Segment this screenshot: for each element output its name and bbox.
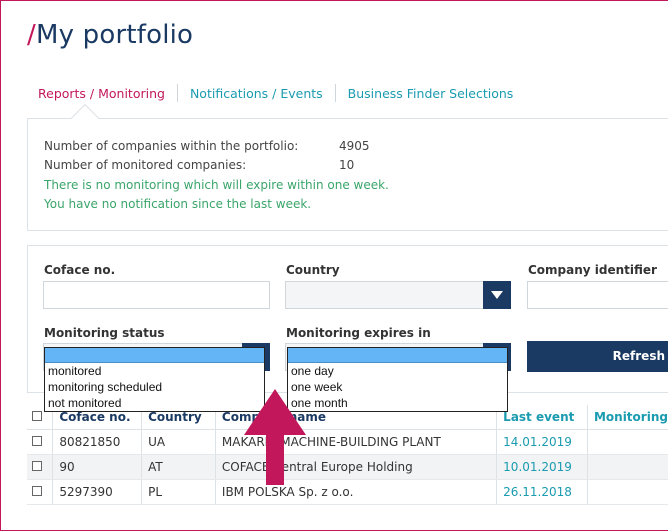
companies-count-value: 4905 bbox=[339, 139, 370, 153]
checkbox-icon[interactable] bbox=[32, 435, 42, 446]
coface-no-label: Coface no. bbox=[44, 263, 116, 277]
cell-last-event[interactable]: 26.11.2018 bbox=[496, 479, 588, 505]
col-monitoring[interactable]: Monitoring bbox=[586, 405, 668, 430]
dropdown-arrow-icon bbox=[483, 281, 511, 309]
title-slash: / bbox=[27, 20, 36, 50]
coface-no-input[interactable] bbox=[43, 281, 270, 309]
dropdown-highlight[interactable] bbox=[45, 348, 264, 363]
tab-bar: Reports / Monitoring Notifications / Eve… bbox=[38, 84, 513, 102]
monitored-count-label: Number of monitored companies: bbox=[44, 158, 247, 172]
cell-monitoring bbox=[586, 429, 668, 455]
cell-coface-no: 80821850 bbox=[52, 429, 142, 455]
monitoring-status-label: Monitoring status bbox=[44, 326, 165, 340]
cell-monitoring bbox=[586, 454, 668, 480]
table-row[interactable]: 90 AT COFACE Central Europe Holding 10.0… bbox=[27, 454, 668, 480]
checkbox-icon[interactable] bbox=[32, 460, 42, 471]
no-notification-message: You have no notification since the last … bbox=[44, 197, 312, 211]
expires-option-one-day[interactable]: one day bbox=[288, 363, 507, 379]
cell-country: AT bbox=[141, 454, 216, 480]
page-title: /My portfolio bbox=[27, 20, 193, 50]
cell-monitoring bbox=[586, 479, 668, 505]
checkbox-icon[interactable] bbox=[32, 410, 42, 421]
checkbox-icon[interactable] bbox=[32, 485, 42, 496]
dropdown-highlight[interactable] bbox=[288, 348, 507, 363]
country-select[interactable] bbox=[285, 281, 511, 309]
country-label: Country bbox=[286, 263, 340, 277]
portfolio-info-box bbox=[27, 118, 668, 231]
title-text: My portfolio bbox=[35, 20, 194, 50]
monitoring-expires-label: Monitoring expires in bbox=[286, 326, 431, 340]
tab-business-finder[interactable]: Business Finder Selections bbox=[348, 86, 514, 101]
company-identifier-label: Company identifier bbox=[528, 263, 657, 277]
tab-divider bbox=[334, 84, 336, 102]
monitored-count-value: 10 bbox=[339, 158, 355, 172]
cell-country: PL bbox=[141, 479, 216, 505]
cell-coface-no: 5297390 bbox=[52, 479, 142, 505]
tab-reports-monitoring[interactable]: Reports / Monitoring bbox=[38, 86, 165, 101]
monitored-count-row: Number of monitored companies: 10 bbox=[44, 158, 354, 172]
expires-option-one-week[interactable]: one week bbox=[288, 379, 507, 395]
status-option-monitored[interactable]: monitored bbox=[45, 363, 264, 379]
refresh-button[interactable]: Refresh bbox=[527, 341, 668, 372]
monitoring-expires-dropdown: one day one week one month bbox=[287, 347, 508, 412]
company-identifier-input[interactable] bbox=[527, 281, 668, 309]
cell-coface-no: 90 bbox=[52, 454, 142, 480]
tab-notifications-events[interactable]: Notifications / Events bbox=[190, 86, 323, 101]
expires-option-one-month[interactable]: one month bbox=[288, 395, 507, 411]
cell-last-event[interactable]: 14.01.2019 bbox=[496, 429, 588, 455]
companies-count-row: Number of companies within the portfolio… bbox=[44, 139, 370, 153]
annotation-arrow-icon bbox=[244, 389, 306, 485]
cell-country: UA bbox=[141, 429, 216, 455]
status-option-not-monitored[interactable]: not monitored bbox=[45, 395, 264, 411]
monitoring-status-dropdown: monitored monitoring scheduled not monit… bbox=[44, 347, 265, 412]
table-row[interactable]: 80821850 UA MAKARIV MACHINE-BUILDING PLA… bbox=[27, 429, 668, 455]
col-last-event[interactable]: Last event bbox=[496, 405, 588, 430]
companies-count-label: Number of companies within the portfolio… bbox=[44, 139, 299, 153]
cell-last-event[interactable]: 10.01.2019 bbox=[496, 454, 588, 480]
no-expire-message: There is no monitoring which will expire… bbox=[44, 178, 389, 192]
portfolio-table: Coface no. Country Company name Last eve… bbox=[27, 405, 668, 505]
table-row[interactable]: 5297390 PL IBM POLSKA Sp. z o.o. 26.11.2… bbox=[27, 479, 668, 505]
status-option-scheduled[interactable]: monitoring scheduled bbox=[45, 379, 264, 395]
tab-divider bbox=[176, 84, 178, 102]
